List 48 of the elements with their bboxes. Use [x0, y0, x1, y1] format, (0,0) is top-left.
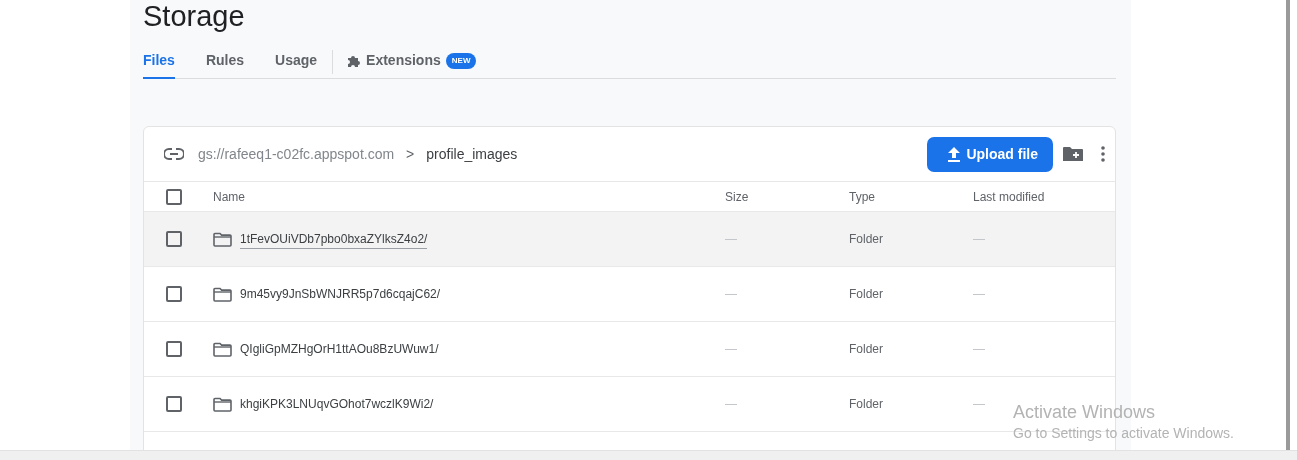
folder-icon: [213, 396, 232, 412]
folder-link[interactable]: QIgliGpMZHgOrH1ttAOu8BzUWuw1/: [240, 340, 439, 358]
tab[interactable]: Extensions NEW: [347, 44, 477, 79]
select-all-checkbox[interactable]: [166, 188, 182, 205]
folder-link[interactable]: 9m45vy9JnSbWNJRR5p7d6cqajC62/: [240, 285, 441, 303]
type-cell: Folder: [849, 397, 883, 411]
size-cell: —: [725, 287, 737, 301]
page-title: Storage: [143, 0, 246, 31]
size-cell: —: [725, 342, 737, 356]
modified-cell: —: [973, 232, 985, 246]
size-cell: —: [725, 397, 737, 411]
link-icon: [164, 148, 184, 160]
new-badge: NEW: [445, 52, 477, 69]
hovered-row[interactable]: 1tFevOUiVDb7pbo0bxaZYlksZ4o2/ — Folder —: [144, 212, 1115, 267]
size-cell: —: [725, 232, 737, 246]
folder-icon: [213, 341, 232, 357]
upload-button[interactable]: Upload file: [927, 136, 1053, 172]
activation-message: Go to Settings to activate Windows.: [1013, 424, 1234, 443]
modified-cell: —: [973, 287, 985, 301]
activation-title: Activate Windows: [1013, 401, 1157, 423]
type-cell: Folder: [849, 287, 883, 301]
scrollbar[interactable]: [1286, 0, 1290, 450]
column-header[interactable]: Size: [725, 189, 749, 204]
folder-icon: [213, 286, 232, 302]
upload-icon: [946, 145, 963, 163]
type-cell: Folder: [849, 232, 883, 246]
row-checkbox[interactable]: [166, 231, 182, 247]
bucket-path[interactable]: gs://rafeeq1-c02fc.appspot.com: [198, 143, 395, 165]
row-checkbox[interactable]: [166, 396, 182, 412]
modified-cell: —: [973, 342, 985, 356]
row-checkbox[interactable]: [166, 286, 182, 302]
column-header[interactable]: Last modified: [973, 189, 1045, 204]
breadcrumb-separator: >: [406, 144, 415, 164]
tab[interactable]: Files: [143, 44, 175, 79]
new-folder-icon[interactable]: [1063, 146, 1083, 162]
folder-link[interactable]: 1tFevOUiVDb7pbo0bxaZYlksZ4o2/: [240, 229, 428, 249]
tab[interactable]: Rules: [205, 44, 245, 79]
row-checkbox[interactable]: [166, 341, 182, 357]
folder-icon: [213, 231, 232, 247]
puzzle-icon: [347, 53, 362, 68]
folder-link[interactable]: khgiKPK3LNUqvGOhot7wczlK9Wi2/: [240, 395, 434, 413]
current-folder: profile_images: [426, 144, 518, 164]
more-icon[interactable]: [1101, 146, 1105, 162]
tab[interactable]: Usage: [275, 44, 318, 79]
type-cell: Folder: [849, 342, 883, 356]
column-header[interactable]: Name: [213, 187, 245, 206]
column-header[interactable]: Type: [849, 189, 875, 204]
modified-cell: —: [973, 397, 985, 411]
